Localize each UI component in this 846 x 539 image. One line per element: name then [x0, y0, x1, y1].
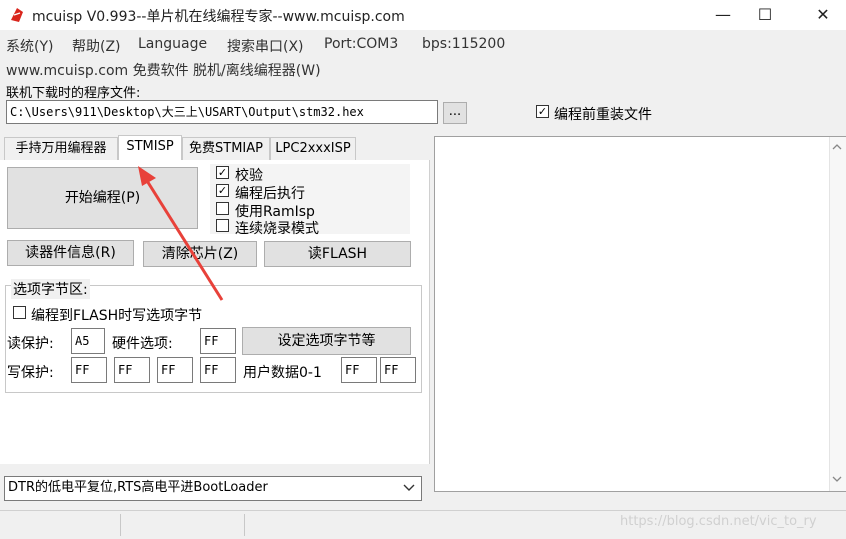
option-bytes-title: 选项字节区:	[11, 279, 90, 299]
reset-mode-select[interactable]: DTR的低电平复位,RTS高电平进BootLoader	[4, 476, 422, 501]
write-protect-input[interactable]: FF	[114, 357, 150, 383]
write-option-bytes-checkbox[interactable]	[13, 306, 27, 320]
log-scrollbar[interactable]	[829, 137, 846, 491]
write-protect-input[interactable]: FF	[200, 357, 236, 383]
read-protect-label: 读保护:	[7, 336, 54, 352]
tab-handheld-programmer[interactable]: 手持万用编程器	[4, 137, 118, 161]
hardware-option-label: 硬件选项:	[112, 336, 173, 352]
window-title: mcuisp V0.993--单片机在线编程专家--www.mcuisp.com	[32, 9, 405, 25]
run-after-program-label: 编程后执行	[235, 186, 305, 202]
set-option-bytes-button[interactable]: 设定选项字节等	[242, 327, 411, 355]
continuous-mode-label: 连续烧录模式	[235, 221, 319, 237]
watermark-text: https://blog.csdn.net/vic_to_ry	[620, 514, 817, 529]
verify-label: 校验	[235, 168, 263, 184]
status-pane	[0, 514, 121, 536]
menu-bps[interactable]: bps:115200	[422, 36, 505, 52]
file-path-input[interactable]: C:\Users\911\Desktop\大三上\USART\Output\st…	[6, 100, 438, 124]
menu-offline-programmer[interactable]: www.mcuisp.com 免费软件 脱机/离线编程器(W)	[6, 60, 321, 80]
title-bar: mcuisp V0.993--单片机在线编程专家--www.mcuisp.com…	[0, 0, 846, 30]
write-protect-label: 写保护:	[7, 365, 54, 381]
reload-file-checkbox[interactable]: ✓	[536, 105, 550, 119]
menu-language[interactable]: Language	[138, 36, 207, 52]
menu-port[interactable]: Port:COM3	[324, 36, 398, 52]
tab-lpc2xxxisp[interactable]: LPC2xxxISP	[270, 137, 356, 161]
browse-button[interactable]: ...	[443, 102, 467, 124]
menu-bar-secondary: www.mcuisp.com 免费软件 脱机/离线编程器(W)	[0, 60, 846, 80]
menu-help[interactable]: 帮助(Z)	[72, 36, 121, 56]
chevron-down-icon	[403, 484, 415, 491]
hardware-option-input[interactable]: FF	[200, 328, 236, 354]
check-icon: ✓	[536, 105, 549, 118]
close-button[interactable]: ✕	[800, 0, 846, 30]
scroll-up-icon[interactable]	[832, 143, 842, 151]
menu-system[interactable]: 系统(Y)	[6, 36, 53, 56]
read-flash-button[interactable]: 读FLASH	[264, 241, 411, 267]
tab-free-stmiap[interactable]: 免费STMIAP	[182, 137, 270, 161]
reset-mode-value: DTR的低电平复位,RTS高电平进BootLoader	[8, 480, 268, 495]
tab-stmisp[interactable]: STMISP	[118, 135, 182, 161]
menu-search-port[interactable]: 搜索串口(X)	[227, 36, 304, 56]
read-protect-input[interactable]: A5	[71, 328, 105, 354]
status-pane	[122, 514, 245, 536]
reload-file-label: 编程前重装文件	[554, 107, 652, 123]
maximize-button[interactable]: ☐	[742, 0, 788, 30]
scroll-down-icon[interactable]	[832, 475, 842, 483]
write-protect-input[interactable]: FF	[71, 357, 107, 383]
user-data-input[interactable]: FF	[380, 357, 416, 383]
app-icon	[11, 8, 23, 22]
user-data-input[interactable]: FF	[341, 357, 377, 383]
minimize-button[interactable]: —	[700, 0, 746, 30]
menu-bar: 系统(Y) 帮助(Z) Language 搜索串口(X) Port:COM3 b…	[0, 36, 846, 56]
write-protect-input[interactable]: FF	[157, 357, 193, 383]
file-label: 联机下载时的程序文件:	[6, 86, 141, 101]
user-data-label: 用户数据0-1	[243, 365, 322, 381]
output-log[interactable]	[434, 136, 846, 492]
arrow-annotation-icon	[138, 166, 224, 301]
read-device-info-button[interactable]: 读器件信息(R)	[7, 240, 134, 266]
